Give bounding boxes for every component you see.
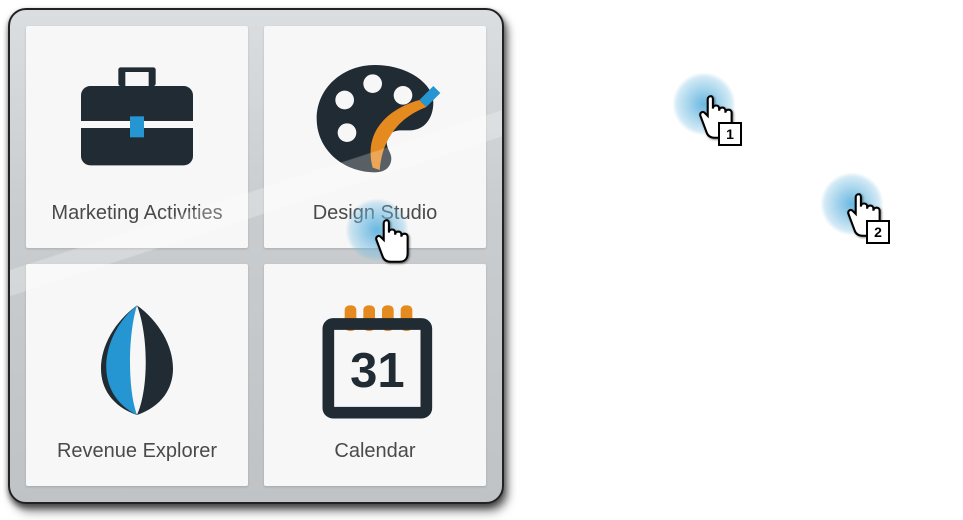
tile-marketing-activities[interactable]: Marketing Activities (26, 26, 248, 248)
svg-text:31: 31 (350, 344, 405, 398)
tile-label: Design Studio (313, 202, 438, 225)
callout-badge-2: 2 (866, 220, 890, 244)
fin-icon (62, 284, 212, 434)
tile-design-studio[interactable]: Design Studio (264, 26, 486, 248)
tile-grid: Marketing Activities Design Studio (10, 10, 502, 502)
briefcase-icon (62, 46, 212, 196)
palette-icon (300, 46, 450, 196)
tile-label: Revenue Explorer (57, 440, 217, 463)
calendar-icon: 31 (300, 284, 450, 434)
tile-label: Marketing Activities (51, 202, 222, 225)
tile-calendar[interactable]: 31 Calendar (264, 264, 486, 486)
tile-revenue-explorer[interactable]: Revenue Explorer (26, 264, 248, 486)
callout-badge-1: 1 (718, 122, 742, 146)
tile-label: Calendar (334, 440, 415, 463)
home-tile-panel: Marketing Activities Design Studio (8, 8, 504, 504)
